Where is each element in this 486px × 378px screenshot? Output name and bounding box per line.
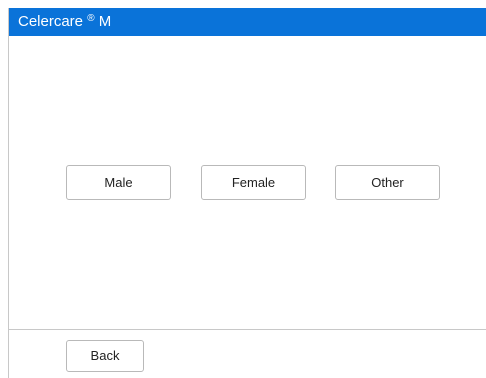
app-title: Celercare ® M	[18, 13, 111, 31]
app-title-suffix: M	[98, 13, 112, 30]
other-button[interactable]: Other	[335, 165, 440, 200]
registered-mark: ®	[87, 13, 95, 24]
back-button[interactable]: Back	[66, 340, 144, 372]
male-button[interactable]: Male	[66, 165, 171, 200]
app-window: Celercare ® M Male Female Other Back	[8, 8, 486, 378]
app-title-text: Celercare	[18, 13, 84, 30]
female-button[interactable]: Female	[201, 165, 306, 200]
footer-divider	[9, 329, 486, 330]
title-bar: Celercare ® M	[9, 8, 486, 36]
